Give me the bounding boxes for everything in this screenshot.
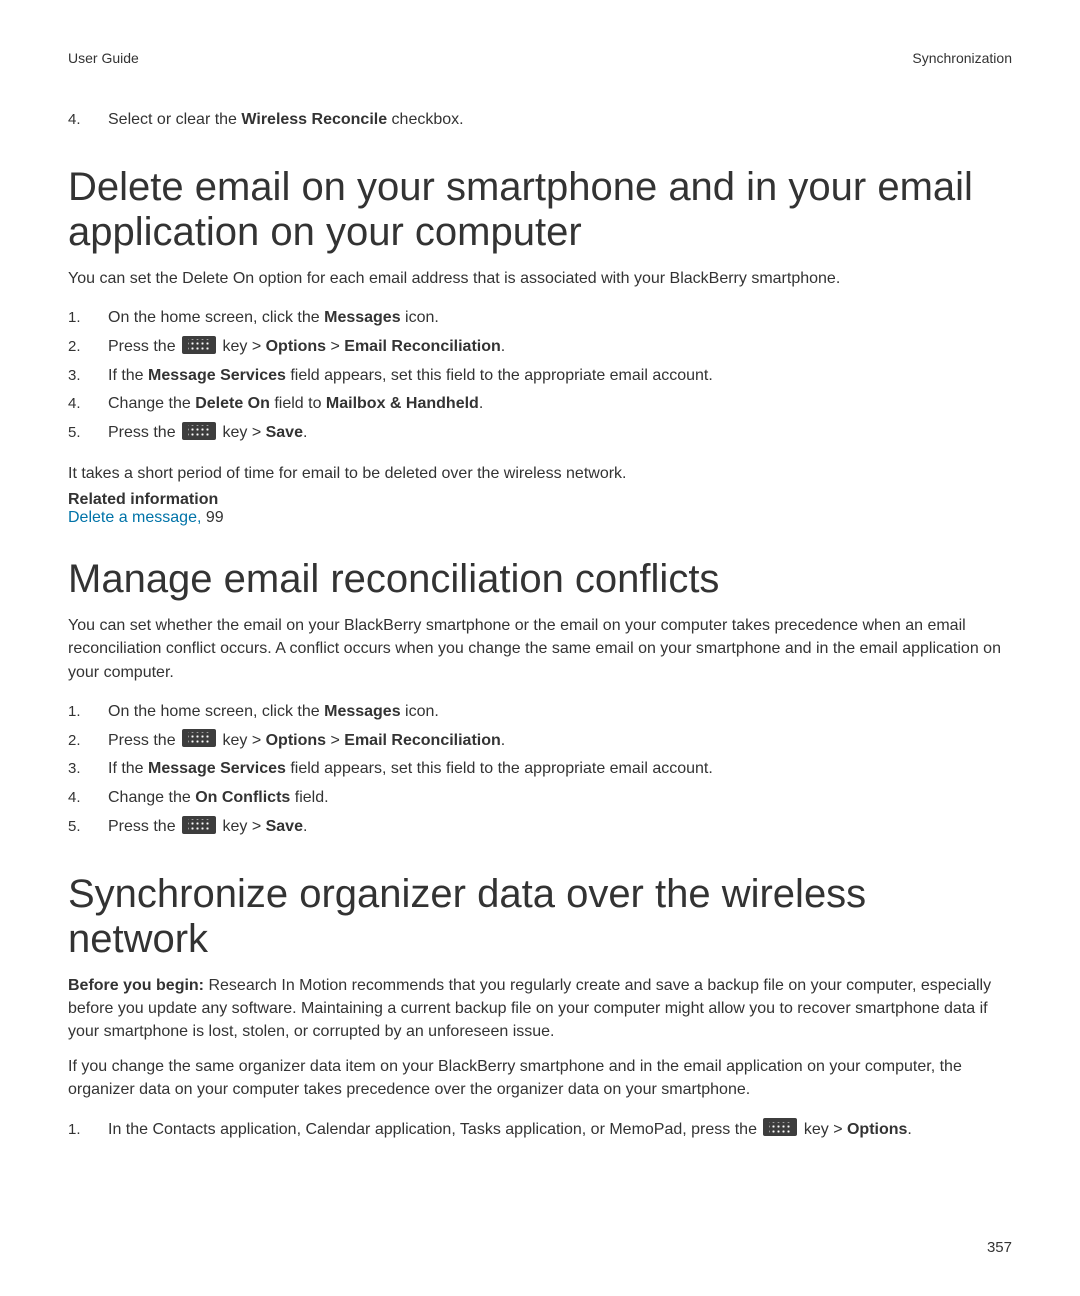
related-link-row: Delete a message, 99 <box>68 509 1012 527</box>
step-item: Press the key > Save. <box>68 419 1012 448</box>
step-text: . <box>501 732 505 749</box>
step-bold: Wireless Reconcile <box>241 111 387 128</box>
section3-steps: In the Contacts application, Calendar ap… <box>68 1116 1012 1145</box>
step-text: Change the <box>108 395 195 412</box>
step-item: Change the On Conflicts field. <box>68 784 1012 813</box>
step-text: key > <box>799 1121 847 1138</box>
step-bold: Save <box>266 424 303 441</box>
step-bold: Mailbox & Handheld <box>326 395 479 412</box>
section-heading-delete-email: Delete email on your smartphone and in y… <box>68 165 1012 255</box>
step-item: On the home screen, click the Messages i… <box>68 304 1012 333</box>
step-text: Change the <box>108 789 195 806</box>
step-text: field. <box>290 789 328 806</box>
header-right: Synchronization <box>912 50 1012 66</box>
step-text: checkbox. <box>387 111 463 128</box>
section-heading-conflicts: Manage email reconciliation conflicts <box>68 557 1012 602</box>
step-bold: Email Reconciliation <box>344 732 500 749</box>
related-information-heading: Related information <box>68 491 1012 509</box>
step-bold: Message Services <box>148 760 286 777</box>
step-text: key > <box>218 338 266 355</box>
step-text: If the <box>108 760 148 777</box>
section3-p1: Before you begin: Research In Motion rec… <box>68 974 1012 1044</box>
step-bold: Options <box>847 1121 907 1138</box>
step-item: If the Message Services field appears, s… <box>68 755 1012 784</box>
section2-intro: You can set whether the email on your Bl… <box>68 614 1012 684</box>
step-text: field appears, set this field to the app… <box>286 760 713 777</box>
separator: > <box>326 338 344 355</box>
before-begin-label: Before you begin: <box>68 977 204 994</box>
step-bold: On Conflicts <box>195 789 290 806</box>
step-item: Change the Delete On field to Mailbox & … <box>68 390 1012 419</box>
step-text: field appears, set this field to the app… <box>286 367 713 384</box>
blackberry-key-icon <box>763 1118 797 1136</box>
step-bold: Messages <box>324 703 401 720</box>
step-bold: Email Reconciliation <box>344 338 500 355</box>
step-text: icon. <box>401 309 439 326</box>
step-item: In the Contacts application, Calendar ap… <box>68 1116 1012 1145</box>
step-text: Select or clear the <box>108 111 241 128</box>
step-bold: Message Services <box>148 367 286 384</box>
page-header: User Guide Synchronization <box>68 50 1012 66</box>
section2-steps: On the home screen, click the Messages i… <box>68 698 1012 842</box>
step-text: On the home screen, click the <box>108 309 324 326</box>
section1-steps: On the home screen, click the Messages i… <box>68 304 1012 448</box>
step-bold: Options <box>266 338 326 355</box>
step-text: . <box>303 818 307 835</box>
section-heading-sync-organizer: Synchronize organizer data over the wire… <box>68 872 1012 962</box>
step-bold: Options <box>266 732 326 749</box>
step-text: field to <box>270 395 326 412</box>
page-number: 357 <box>987 1239 1012 1256</box>
step-bold: Messages <box>324 309 401 326</box>
section1-outro: It takes a short period of time for emai… <box>68 462 1012 485</box>
step-text: key > <box>218 732 266 749</box>
continued-steps: Select or clear the Wireless Reconcile c… <box>68 106 1012 135</box>
separator: > <box>326 732 344 749</box>
step-text: icon. <box>401 703 439 720</box>
step-text: Press the <box>108 424 180 441</box>
step-item: If the Message Services field appears, s… <box>68 362 1012 391</box>
section3-p2: If you change the same organizer data it… <box>68 1055 1012 1101</box>
step-text: In the Contacts application, Calendar ap… <box>108 1121 761 1138</box>
blackberry-key-icon <box>182 336 216 354</box>
step-item: Press the key > Save. <box>68 813 1012 842</box>
step-item: Press the key > Options > Email Reconcil… <box>68 727 1012 756</box>
step-bold: Delete On <box>195 395 270 412</box>
step-text: If the <box>108 367 148 384</box>
step-text: On the home screen, click the <box>108 703 324 720</box>
header-left: User Guide <box>68 50 139 66</box>
step-text: Press the <box>108 338 180 355</box>
step-item: Select or clear the Wireless Reconcile c… <box>68 106 1012 135</box>
step-text: Press the <box>108 732 180 749</box>
blackberry-key-icon <box>182 422 216 440</box>
blackberry-key-icon <box>182 816 216 834</box>
blackberry-key-icon <box>182 729 216 747</box>
section3-p1-text: Research In Motion recommends that you r… <box>68 977 991 1040</box>
page-container: User Guide Synchronization Select or cle… <box>0 0 1080 1296</box>
step-item: On the home screen, click the Messages i… <box>68 698 1012 727</box>
step-text: Press the <box>108 818 180 835</box>
step-text: . <box>303 424 307 441</box>
section1-intro: You can set the Delete On option for eac… <box>68 267 1012 290</box>
step-item: Press the key > Options > Email Reconcil… <box>68 333 1012 362</box>
step-text: key > <box>218 424 266 441</box>
step-text: key > <box>218 818 266 835</box>
delete-message-link[interactable]: Delete a message, <box>68 509 201 526</box>
step-text: . <box>907 1121 911 1138</box>
step-text: . <box>501 338 505 355</box>
step-text: . <box>479 395 483 412</box>
related-page-ref: 99 <box>201 509 223 526</box>
step-bold: Save <box>266 818 303 835</box>
